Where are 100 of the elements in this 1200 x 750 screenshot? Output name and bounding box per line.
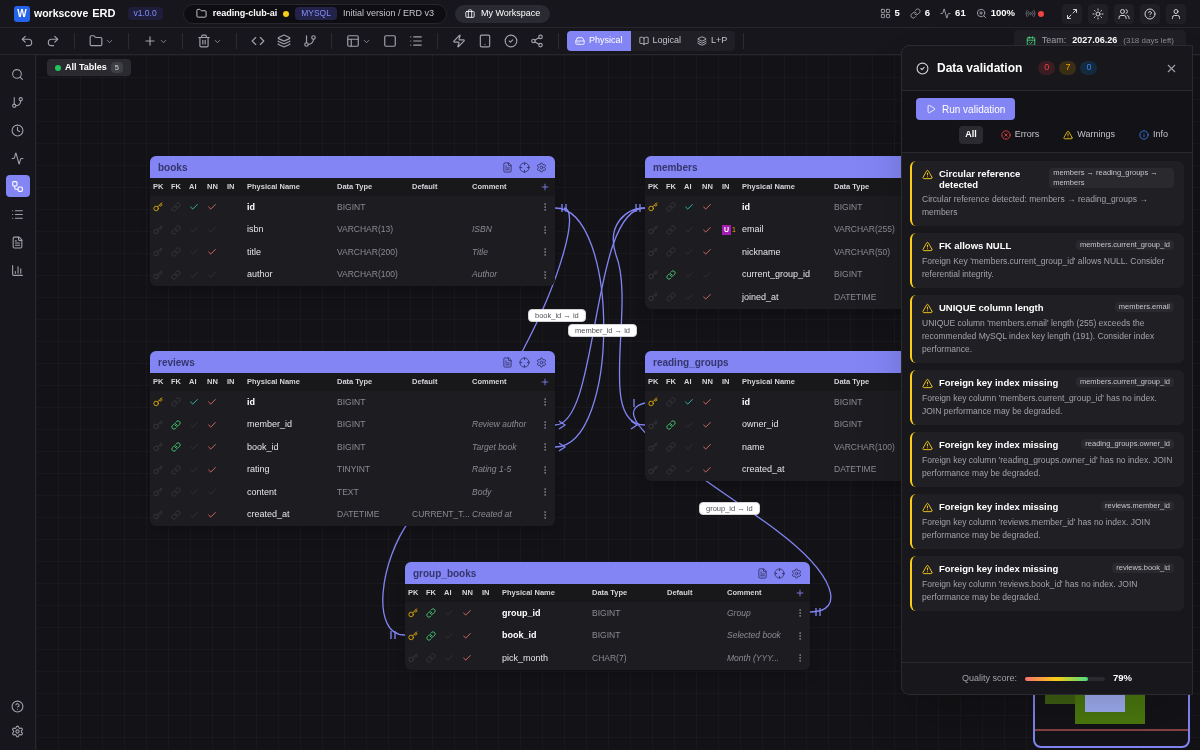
link-icon[interactable] xyxy=(426,608,436,619)
check-icon[interactable] xyxy=(207,419,217,430)
users-button[interactable] xyxy=(1114,3,1134,24)
add-column-icon[interactable] xyxy=(795,588,805,598)
filter-tab[interactable]: Warnings xyxy=(1057,126,1121,144)
data-type: CHAR(7) xyxy=(592,651,628,665)
filter-tab[interactable]: Errors xyxy=(994,126,1046,144)
crosshair-icon[interactable] xyxy=(519,161,530,173)
check-icon[interactable] xyxy=(207,509,217,520)
settings-button[interactable] xyxy=(11,725,24,738)
column-comment: Body xyxy=(472,485,492,499)
briefcase-icon xyxy=(465,8,475,19)
key-icon[interactable] xyxy=(153,202,163,213)
crosshair-icon[interactable] xyxy=(774,567,785,579)
relationship-line[interactable] xyxy=(612,207,646,430)
stat-value: 5 xyxy=(894,6,900,21)
view-tab[interactable]: L+P xyxy=(689,31,736,51)
issue-message: Foreign key column 'reading_groups.owner_id' has no index. JOIN performance may be degraded. xyxy=(922,454,1174,480)
frame-icon xyxy=(383,34,397,48)
key-icon[interactable] xyxy=(408,630,418,641)
link-icon[interactable] xyxy=(666,419,676,430)
layers-icon xyxy=(277,34,291,48)
layout-icon xyxy=(346,34,360,48)
check-icon[interactable] xyxy=(702,464,712,475)
column-name: created_at xyxy=(247,508,291,521)
check-icon[interactable] xyxy=(207,202,217,213)
check-icon[interactable] xyxy=(462,630,472,641)
user-button[interactable] xyxy=(1166,3,1186,24)
add-column-icon[interactable] xyxy=(540,377,550,387)
key-icon[interactable] xyxy=(408,608,418,619)
column-comment: Created at xyxy=(472,508,512,522)
book-icon xyxy=(638,36,649,46)
data-type: VARCHAR(100) xyxy=(834,440,896,454)
check-icon[interactable] xyxy=(702,202,712,213)
link-icon[interactable] xyxy=(171,442,181,453)
issue-message: Foreign key column 'reviews.book_id' has no index. JOIN performance may be degraded. xyxy=(922,578,1139,604)
check-icon[interactable] xyxy=(702,442,712,453)
settings-icon[interactable] xyxy=(536,161,547,173)
check-icon[interactable] xyxy=(207,247,217,258)
key-icon[interactable] xyxy=(648,202,658,213)
link-icon[interactable] xyxy=(171,419,181,430)
view-tab[interactable]: Logical xyxy=(630,31,690,51)
document-icon xyxy=(11,235,24,249)
help-button[interactable] xyxy=(1140,3,1160,24)
check-icon[interactable] xyxy=(684,202,694,213)
check-icon[interactable] xyxy=(462,653,472,664)
users-icon xyxy=(1118,7,1130,20)
check-icon[interactable] xyxy=(702,397,712,408)
settings-icon xyxy=(11,725,24,738)
branch-icon xyxy=(11,95,24,109)
add-column-icon[interactable] xyxy=(540,182,550,192)
warning-icon xyxy=(922,502,933,513)
key-icon[interactable] xyxy=(648,397,658,408)
expand-icon xyxy=(1066,7,1078,20)
check-icon[interactable] xyxy=(207,442,217,453)
sun-button[interactable] xyxy=(1088,3,1108,24)
add-icon xyxy=(143,34,157,48)
link-icon[interactable] xyxy=(426,630,436,641)
check-icon[interactable] xyxy=(702,247,712,258)
workspace-button[interactable]: My Workspace xyxy=(455,4,551,23)
expand-button[interactable] xyxy=(1062,3,1082,24)
check-icon[interactable] xyxy=(189,202,199,213)
document-icon[interactable] xyxy=(502,356,513,368)
document-icon[interactable] xyxy=(757,567,768,579)
key-icon[interactable] xyxy=(153,397,163,408)
data-type: VARCHAR(13) xyxy=(337,223,395,237)
team-date: 2027.06.26 xyxy=(1072,34,1118,48)
settings-icon[interactable] xyxy=(791,567,802,579)
check-icon[interactable] xyxy=(684,397,694,408)
document-icon[interactable] xyxy=(502,161,513,173)
filter-tab[interactable]: Info xyxy=(1133,126,1174,144)
check-icon[interactable] xyxy=(189,397,199,408)
column-name: current_group_id xyxy=(742,268,812,281)
sun-icon xyxy=(1092,7,1104,20)
project-pill[interactable]: reading-club-ai MYSQL Initial version / ERD v3 xyxy=(182,3,447,24)
data-type: BIGINT xyxy=(337,418,367,432)
diagram-button[interactable] xyxy=(5,175,30,197)
check-icon[interactable] xyxy=(702,292,712,303)
warning-icon xyxy=(922,303,933,314)
column-name: author xyxy=(247,268,274,281)
crosshair-icon[interactable] xyxy=(519,356,530,368)
link-icon[interactable] xyxy=(666,269,676,280)
column-comment: Month (YYY... xyxy=(727,651,780,665)
project-name: reading-club-ai xyxy=(212,6,278,20)
settings-icon[interactable] xyxy=(536,356,547,368)
warning-icon xyxy=(922,169,933,180)
filter-tab[interactable]: All xyxy=(959,126,983,144)
chip-label: All Tables xyxy=(65,60,107,74)
issue-message: Foreign Key 'members.current_group_id' allows NULL. Consider referential integrity. xyxy=(922,255,1166,281)
check-icon[interactable] xyxy=(207,397,217,408)
link-icon xyxy=(909,8,921,19)
help-button[interactable] xyxy=(11,700,24,713)
column-comment: Rating 1-5 xyxy=(472,463,512,477)
database-badge: MYSQL xyxy=(295,7,337,20)
redo-icon xyxy=(46,34,60,48)
check-icon[interactable] xyxy=(702,224,712,235)
check-icon[interactable] xyxy=(462,608,472,619)
check-icon[interactable] xyxy=(702,419,712,430)
check-icon[interactable] xyxy=(207,464,217,475)
column-name: owner_id xyxy=(742,418,780,431)
